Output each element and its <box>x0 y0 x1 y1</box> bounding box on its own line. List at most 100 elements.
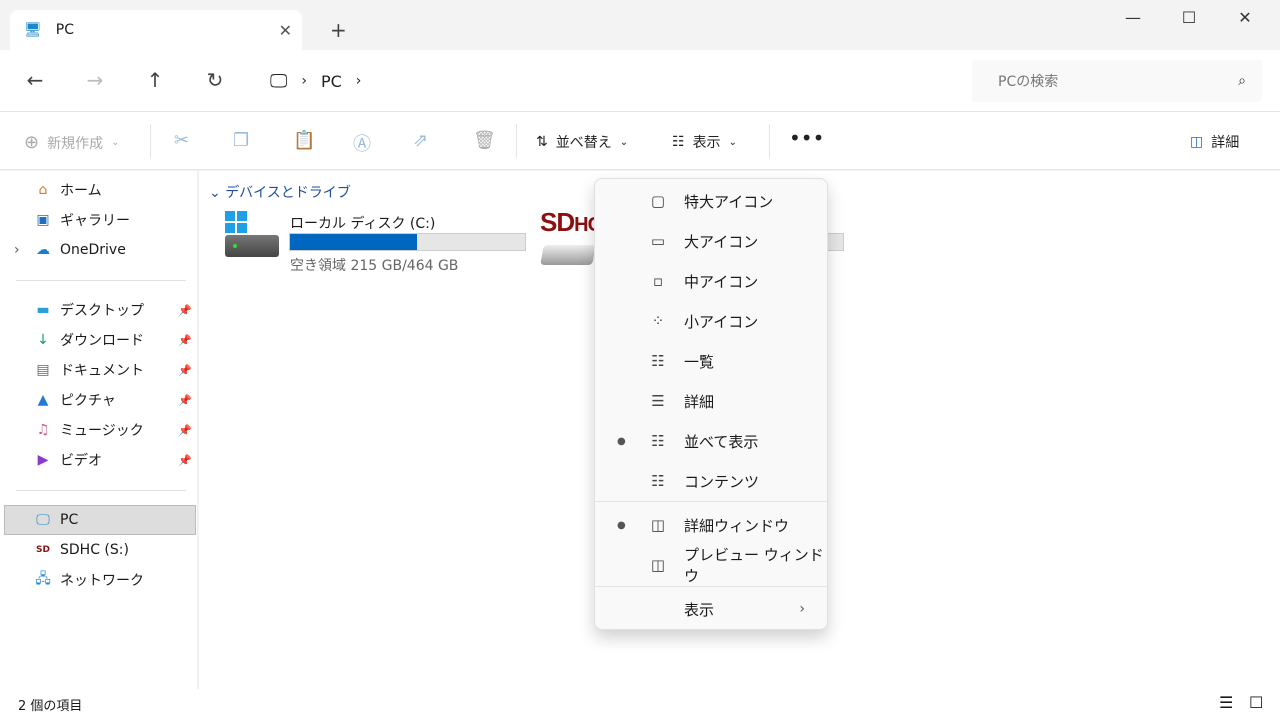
divider <box>516 124 517 158</box>
divider <box>150 124 151 158</box>
breadcrumb-pc[interactable]: PC <box>321 72 342 91</box>
sidebar-item-downloads[interactable]: ↓ ダウンロード <box>34 325 144 355</box>
label: ギャラリー <box>60 213 130 229</box>
label: ドキュメント <box>60 363 144 379</box>
refresh-button[interactable]: ↻ <box>200 68 230 92</box>
sidebar-item-pc[interactable]: 🖵 PC <box>34 505 78 535</box>
new-button[interactable]: ⊕ 新規作成 ⌄ <box>24 132 119 153</box>
details-view-icon[interactable]: ☰ <box>1219 693 1233 712</box>
sd-card-icon: SD <box>36 545 50 555</box>
sidebar-item-videos[interactable]: ▶ ビデオ <box>34 445 102 475</box>
view-button[interactable]: ☷ 表示 ⌄ <box>672 132 737 152</box>
medium-icons-icon: ▫ <box>652 272 664 290</box>
menu-item-label: 詳細ウィンドウ <box>684 516 790 535</box>
menu-item-larges-icon[interactable]: ▭ 大アイコン <box>595 221 827 261</box>
label: ホーム <box>60 183 102 199</box>
forward-button[interactable]: → <box>80 68 110 92</box>
menu-item-view-submenu[interactable]: 表示 › <box>595 589 827 629</box>
menu-item-content[interactable]: ☷ コンテンツ <box>595 461 827 501</box>
sidebar-item-gallery[interactable]: ▣ ギャラリー <box>34 205 130 235</box>
menu-item-label: 詳細 <box>684 392 715 411</box>
plus-circle-icon: ⊕ <box>24 132 40 153</box>
new-tab-button[interactable]: + <box>330 18 347 42</box>
expand-chevron-icon[interactable]: › <box>14 242 20 258</box>
search-input[interactable]: PCの検索 ⌕ <box>972 60 1262 102</box>
view-menu: ▢ 特大アイコン ▭ 大アイコン ▫ 中アイコン ⁘ 小アイコン ☷ 一覧 ☰ 詳細 ● ☷ 並べて表示 ☷ コ… <box>594 178 828 630</box>
menu-item-list[interactable]: ☷ 一覧 <box>595 341 827 381</box>
sidebar-item-pictures[interactable]: ▲ ピクチャ <box>34 385 116 415</box>
pin-icon[interactable]: 📌 <box>178 304 192 317</box>
menu-item-smalls-icon[interactable]: ⁘ 小アイコン <box>595 301 827 341</box>
pictures-icon: ▲ <box>37 392 49 408</box>
cut-icon[interactable]: ✂ <box>174 130 189 151</box>
rename-icon[interactable]: Ⓐ <box>353 130 371 156</box>
sidebar-item-onedrive[interactable]: ☁ OneDrive <box>34 235 126 265</box>
label: OneDrive <box>60 242 126 258</box>
delete-icon[interactable]: 🗑 <box>473 130 496 151</box>
sidebar-item-documents[interactable]: ▤ ドキュメント <box>34 355 144 385</box>
divider <box>16 490 186 491</box>
divider <box>769 124 770 158</box>
sidebar-item-desktop[interactable]: ▬ デスクトップ <box>34 295 144 325</box>
navigation-pane: ⌂ ホーム ▣ ギャラリー › ☁ OneDrive ▬ デスクトップ ↓ ダウンロード … <box>0 171 198 689</box>
tab-pc[interactable]: 🖥 PC ✕ <box>10 10 302 50</box>
cloud-icon: ☁ <box>36 242 50 258</box>
pin-icon[interactable]: 📌 <box>178 454 192 467</box>
sort-label: 並べ替え <box>555 135 612 151</box>
breadcrumb[interactable]: 🖵 › PC › <box>262 60 962 102</box>
usage-fill <box>290 234 417 250</box>
gallery-icon: ▣ <box>36 212 50 228</box>
paste-icon[interactable]: 📋 <box>293 130 315 151</box>
chevron-down-icon: ⌄ <box>619 136 629 148</box>
pin-icon[interactable]: 📌 <box>178 364 192 377</box>
pin-icon[interactable]: 📌 <box>178 394 192 407</box>
sidebar-item-home[interactable]: ⌂ ホーム <box>34 175 102 205</box>
selection-highlight <box>4 505 196 535</box>
sdhc-logo-icon: SDHC <box>540 207 602 237</box>
pin-icon[interactable]: 📌 <box>178 334 192 347</box>
maximize-button[interactable]: ☐ <box>1166 8 1212 27</box>
menu-item-extra-larges-icon[interactable]: ▢ 特大アイコン <box>595 181 827 221</box>
extra-large-icons-icon: ▢ <box>650 192 666 210</box>
pin-icon[interactable]: 📌 <box>178 424 192 437</box>
tiles-view-icon[interactable]: ☐ <box>1249 693 1263 712</box>
menu-item-details[interactable]: ☰ 詳細 <box>595 381 827 421</box>
sidebar-item-sdhc[interactable]: SD SDHC (S:) <box>34 535 129 565</box>
details-icon: ☰ <box>651 392 665 410</box>
menu-item-mediums-icon[interactable]: ▫ 中アイコン <box>595 261 827 301</box>
menu-item-preview-pane[interactable]: ◫ プレビュー ウィンドウ <box>595 545 827 585</box>
menu-item-details-pane[interactable]: ● ◫ 詳細ウィンドウ <box>595 505 827 545</box>
menu-item-label: 中アイコン <box>684 272 759 291</box>
preview-pane-icon: ◫ <box>650 556 666 574</box>
up-button[interactable]: ↑ <box>140 68 170 92</box>
desktop-icon: ▬ <box>36 302 50 318</box>
details-pane-icon: ◫ <box>1190 134 1204 150</box>
details-pane-button[interactable]: ◫ 詳細 <box>1190 132 1239 152</box>
drive-c-name[interactable]: ローカル ディスク (C:) <box>290 213 435 233</box>
more-button[interactable]: ••• <box>789 126 824 150</box>
back-button[interactable]: ← <box>20 68 50 92</box>
download-icon: ↓ <box>37 332 49 348</box>
sidebar-item-network[interactable]: 🖧 ネットワーク <box>34 565 144 595</box>
close-button[interactable]: ✕ <box>1222 8 1268 27</box>
minimize-button[interactable]: — <box>1110 8 1156 27</box>
document-icon: ▤ <box>36 362 50 378</box>
tiles-icon: ☷ <box>651 432 665 450</box>
menu-item-tiles[interactable]: ● ☷ 並べて表示 <box>595 421 827 461</box>
windows-logo-icon <box>225 211 247 233</box>
menu-item-label: 表示 <box>684 600 715 619</box>
sort-button[interactable]: ⇅ 並べ替え ⌄ <box>536 132 628 152</box>
share-icon[interactable]: ⇗ <box>413 130 428 151</box>
sidebar-item-music[interactable]: ♫ ミュージック <box>34 415 144 445</box>
label: SDHC (S:) <box>60 542 129 558</box>
divider <box>16 280 186 281</box>
monitor-icon: 🖥 <box>24 22 42 38</box>
copy-icon[interactable]: ❐ <box>233 130 249 151</box>
home-icon: ⌂ <box>38 182 48 198</box>
menu-divider <box>595 586 827 587</box>
small-icons-icon: ⁘ <box>651 312 665 330</box>
group-header[interactable]: ⌄ デバイスとドライブ <box>209 182 351 202</box>
list-icon: ☷ <box>651 352 665 370</box>
item-count: 2 個の項目 <box>18 699 83 714</box>
close-tab-icon[interactable]: ✕ <box>279 21 292 40</box>
